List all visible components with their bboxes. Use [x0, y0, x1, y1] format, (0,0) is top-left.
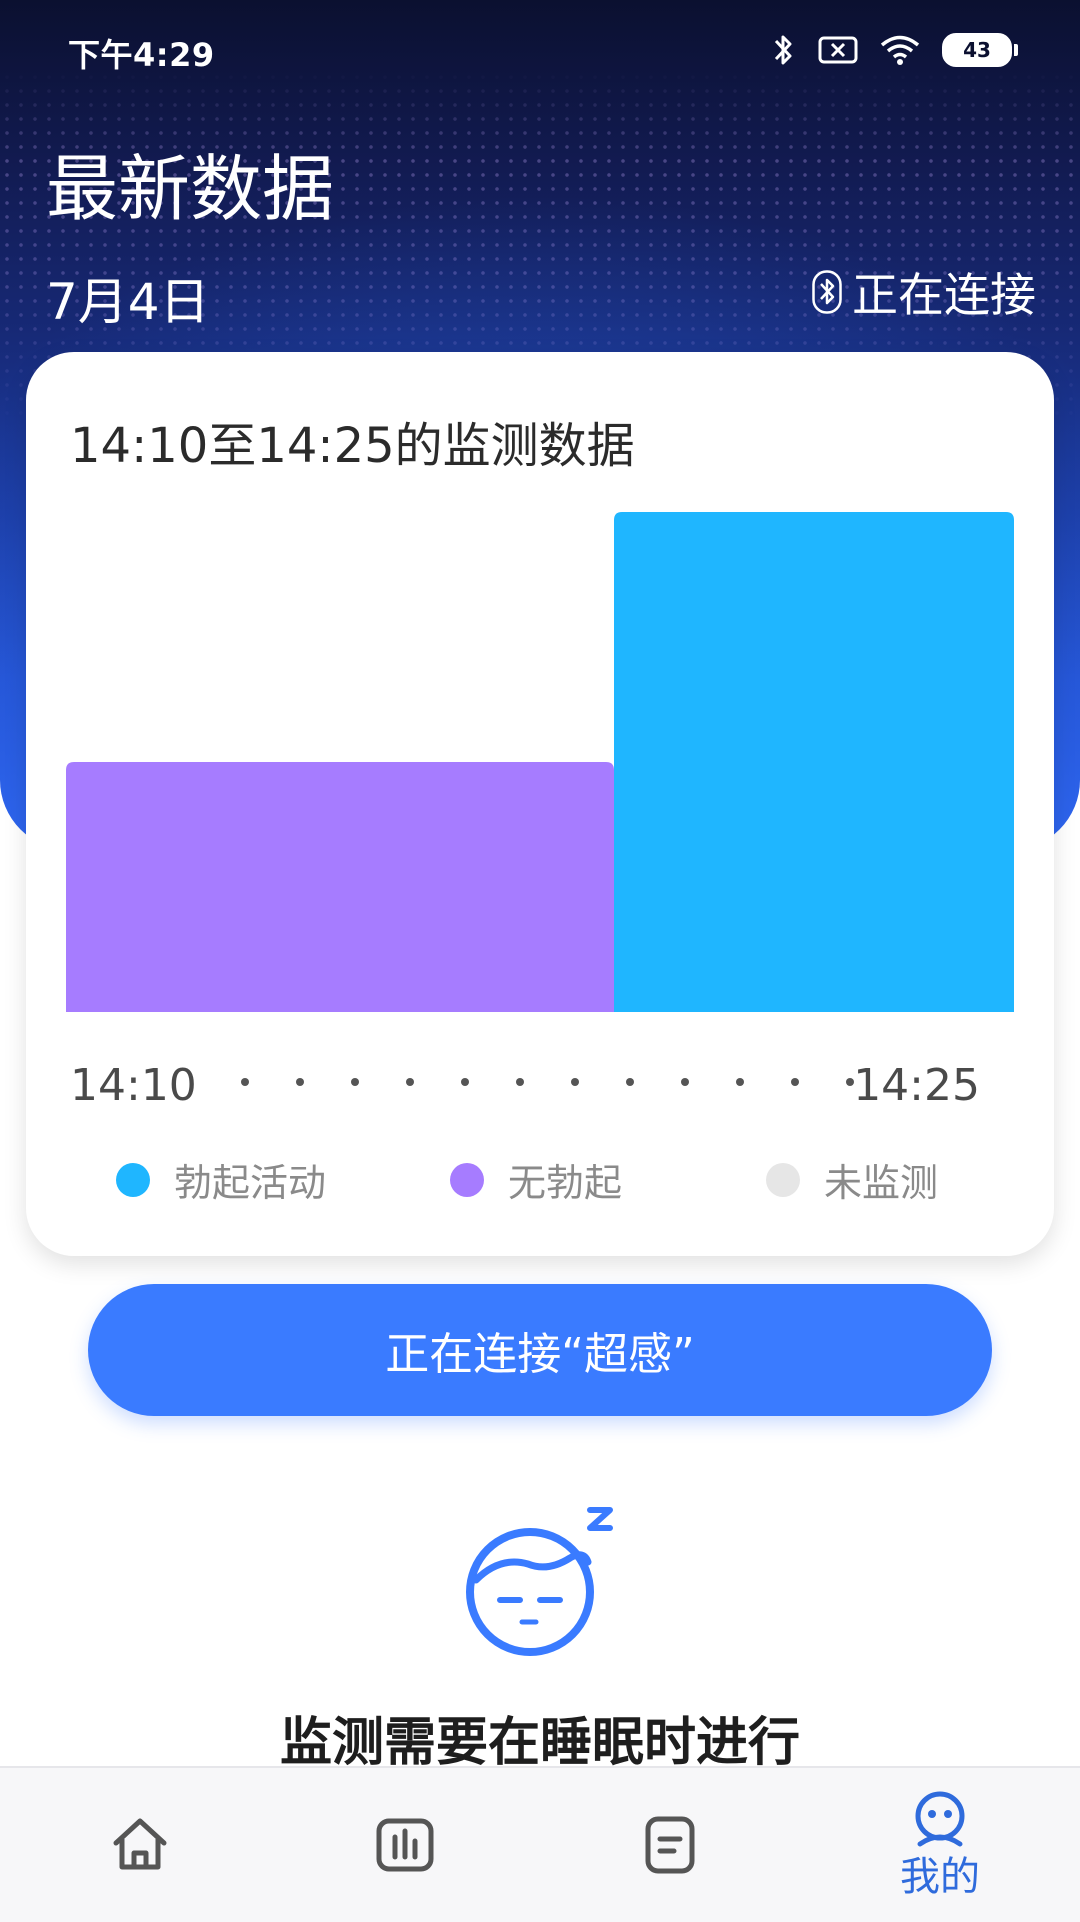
status-bar: 下午4:29 43 [0, 0, 1080, 100]
bottom-tabbar: 我的 [0, 1766, 1080, 1922]
legend-dot-erection [116, 1162, 150, 1197]
axis-dot [351, 1078, 359, 1086]
chart-bar-2 [614, 512, 1014, 1012]
legend-dot-no-erection [450, 1162, 484, 1197]
axis-dot [681, 1078, 689, 1086]
wifi-icon [880, 35, 920, 65]
tab-statistics[interactable] [270, 1768, 540, 1922]
axis-dot [571, 1078, 579, 1086]
legend: 勃起活动 无勃起 未监测 [26, 1152, 1054, 1212]
axis-end-label: 14:25 [853, 1060, 980, 1111]
axis-dot [296, 1078, 304, 1086]
status-icons: 43 [770, 28, 1018, 72]
bluetooth-icon [774, 35, 792, 65]
tab-home[interactable] [5, 1768, 275, 1922]
bluetooth-icon [812, 270, 842, 314]
axis-dot [461, 1078, 469, 1086]
tab-records[interactable] [535, 1768, 805, 1922]
sleeping-face-icon [466, 1507, 613, 1656]
legend-dot-not-monitored [766, 1162, 800, 1197]
page-date: 7月4日 [46, 273, 210, 331]
monitoring-card: 14:10至14:25的监测数据 14:10 14:25 勃起活动 无勃起 未监… [26, 352, 1054, 1256]
tab-profile[interactable]: 我的 [805, 1768, 1075, 1922]
axis-dot [406, 1078, 414, 1086]
sleep-hint-text: 监测需要在睡眠时进行 [279, 1713, 800, 1773]
tab-profile-label: 我的 [900, 1854, 980, 1900]
profile-icon [915, 1791, 965, 1847]
document-icon [645, 1816, 695, 1874]
axis-dot [626, 1078, 634, 1086]
axis-dot [516, 1078, 524, 1086]
axis-dot [791, 1078, 799, 1086]
legend-label-no-erection: 无勃起 [508, 1161, 623, 1205]
connect-device-button[interactable]: 正在连接“超感” [88, 1284, 992, 1416]
battery-icon: 43 [942, 33, 1018, 67]
legend-item-no-erection: 无勃起 [450, 1152, 622, 1207]
monitoring-chart [66, 512, 1014, 1012]
sim-error-icon [818, 36, 858, 64]
axis-start-label: 14:10 [70, 1060, 197, 1111]
card-title: 14:10至14:25的监测数据 [70, 418, 635, 474]
connection-status[interactable]: 正在连接 [812, 262, 1036, 322]
connection-status-label: 正在连接 [852, 268, 1036, 322]
axis-dot [736, 1078, 744, 1086]
home-icon [113, 1818, 167, 1870]
legend-item-erection: 勃起活动 [116, 1152, 326, 1207]
chart-icon [376, 1818, 434, 1872]
chart-bar-1 [66, 762, 614, 1012]
page-title: 最新数据 [46, 147, 335, 231]
status-time: 下午4:29 [68, 36, 215, 74]
axis-dots [241, 1078, 854, 1086]
axis-dot [241, 1078, 249, 1086]
legend-item-not-monitored: 未监测 [766, 1152, 938, 1207]
time-axis: 14:10 14:25 [70, 1052, 1030, 1122]
legend-label-not-monitored: 未监测 [824, 1161, 939, 1205]
legend-label-erection: 勃起活动 [174, 1161, 327, 1205]
